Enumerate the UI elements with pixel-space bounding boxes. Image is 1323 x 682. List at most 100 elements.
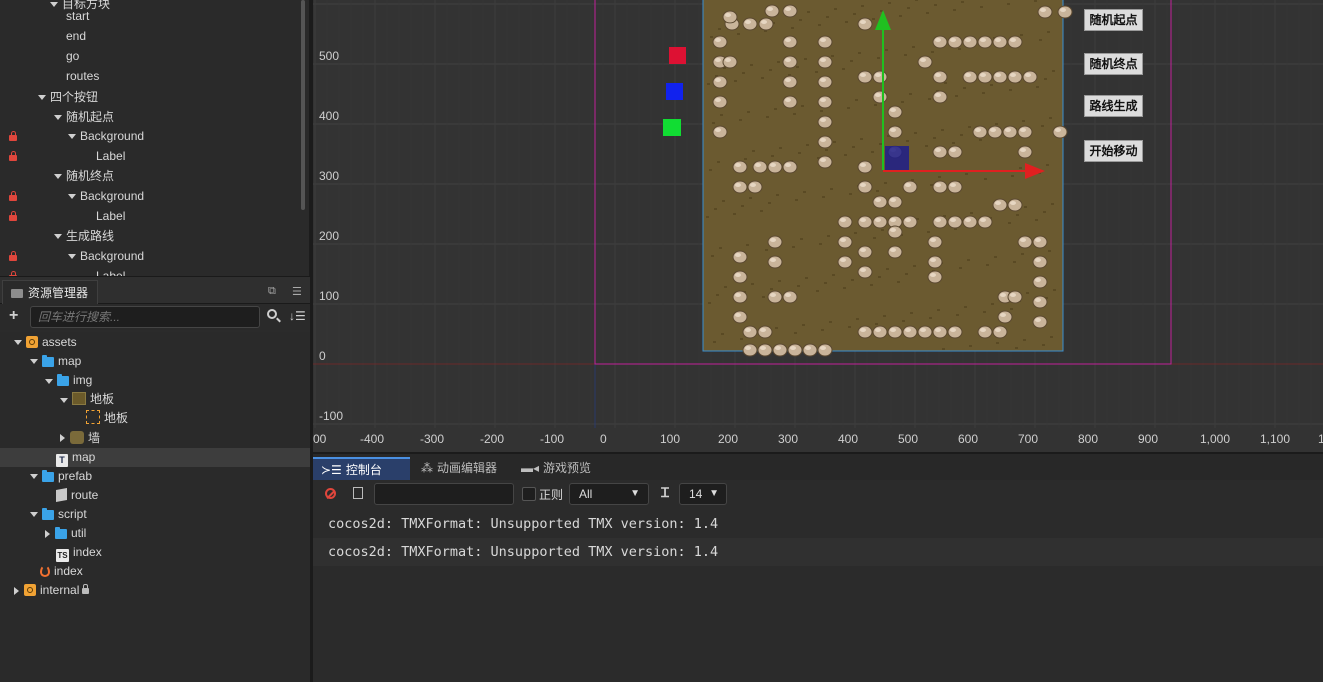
open-log-file-icon[interactable] (353, 487, 363, 499)
node-tree-row[interactable]: Label (0, 206, 300, 226)
scrollbar[interactable] (301, 0, 305, 210)
lock-icon[interactable] (9, 251, 17, 261)
node-tree-row[interactable]: end (0, 26, 300, 46)
expand-arrow-icon[interactable] (45, 378, 53, 384)
rock-wall-tile (758, 17, 774, 31)
floor-texture (879, 143, 882, 145)
rock-wall-tile (767, 255, 783, 269)
sort-icon[interactable]: ↓☰ (289, 309, 306, 323)
expand-arrow-icon[interactable] (30, 512, 38, 518)
asset-row[interactable]: img (0, 371, 310, 390)
asset-row[interactable]: route (0, 486, 310, 505)
asset-row[interactable]: script (0, 505, 310, 524)
collapsed-arrow-icon[interactable] (14, 587, 19, 596)
floor-texture (852, 146, 855, 148)
floor-texture (925, 145, 928, 147)
node-tree-row[interactable]: 四个按钮 (0, 87, 300, 107)
scene-canvas[interactable]: 500 400 300 200 100 0 -100 00 -400 -300 -200 -100 0 1… (313, 0, 1323, 452)
regex-checkbox[interactable] (522, 487, 536, 501)
log-entry[interactable]: cocos2d: TMXFormat: Unsupported TMX vers… (313, 510, 1323, 538)
collapsed-arrow-icon[interactable] (60, 434, 65, 443)
asset-row[interactable]: internal (0, 581, 310, 600)
go-marker[interactable] (663, 119, 681, 136)
rock-highlight (1000, 293, 1006, 297)
random-start-button[interactable]: 随机起点 (1084, 9, 1143, 31)
selected-node-box[interactable] (885, 146, 909, 170)
search-icon[interactable] (267, 309, 277, 319)
end-marker[interactable] (666, 83, 683, 100)
font-size-select[interactable]: 14 ▼ (679, 483, 727, 505)
rock-highlight (1000, 313, 1006, 317)
asset-row[interactable]: Tmap (0, 447, 310, 467)
floor-texture (761, 77, 764, 79)
lock-icon[interactable] (9, 211, 17, 221)
rock-highlight (935, 148, 941, 152)
rock-wall-tile (782, 290, 798, 304)
node-tree-row[interactable]: Background (0, 246, 300, 266)
expand-arrow-icon[interactable] (54, 234, 62, 240)
asset-label: route (71, 487, 99, 502)
rock-wall-tile (927, 255, 943, 269)
log-level-select[interactable]: All ▼ (569, 483, 649, 505)
floor-texture (849, 193, 852, 195)
expand-arrow-icon[interactable] (68, 254, 76, 260)
tab-console[interactable]: ≻☰ 控制台 (313, 457, 410, 480)
expand-arrow-icon[interactable] (38, 95, 46, 101)
node-tree-row[interactable]: 随机终点 (0, 166, 300, 186)
assets-search-input[interactable]: 回车进行搜索... (30, 306, 260, 328)
asset-row[interactable]: prefab (0, 467, 310, 486)
rock-wall-tile (764, 4, 780, 18)
expand-arrow-icon[interactable] (68, 134, 76, 140)
asset-row[interactable]: TS index (0, 543, 310, 563)
expand-arrow-icon[interactable] (14, 340, 22, 346)
scene-view[interactable]: 500 400 300 200 100 0 -100 00 -400 -300 -200 -100 0 1… (313, 0, 1323, 452)
node-tree-row[interactable]: start (0, 6, 300, 26)
tab-game-preview[interactable]: ▬◂ 游戏预览 (513, 457, 603, 480)
expand-arrow-icon[interactable] (60, 397, 68, 403)
start-move-button[interactable]: 开始移动 (1084, 140, 1143, 162)
random-end-button[interactable]: 随机终点 (1084, 53, 1143, 75)
expand-arrow-icon[interactable] (30, 359, 38, 365)
collapsed-arrow-icon[interactable] (45, 529, 50, 538)
start-marker[interactable] (669, 47, 686, 64)
clear-console-icon[interactable] (325, 488, 336, 499)
lock-icon[interactable] (9, 131, 17, 141)
node-tree-row[interactable]: routes (0, 66, 300, 86)
asset-row[interactable]: 地板 (0, 390, 310, 409)
add-asset-icon[interactable]: + (9, 307, 18, 325)
log-entry[interactable]: cocos2d: TMXFormat: Unsupported TMX vers… (313, 538, 1323, 566)
asset-row[interactable]: util (0, 524, 310, 543)
expand-arrow-icon[interactable] (68, 194, 76, 200)
asset-row[interactable]: map (0, 352, 310, 371)
node-tree-row[interactable]: 生成路线 (0, 226, 300, 246)
lock-icon[interactable] (9, 191, 17, 201)
rock-wall-tile (992, 35, 1008, 49)
node-tree-row[interactable]: Background (0, 186, 300, 206)
expand-arrow-icon[interactable] (30, 474, 38, 480)
tab-assets[interactable]: 资源管理器 (2, 280, 98, 305)
node-tree-row[interactable]: Label (0, 266, 300, 276)
popout-icon[interactable]: ⧉ (268, 285, 276, 298)
asset-row[interactable]: index (0, 562, 310, 581)
node-tree-row[interactable]: 随机起点 (0, 107, 300, 127)
chevron-down-icon: ▼ (630, 488, 640, 499)
floor-texture (751, 283, 754, 285)
node-tree-row[interactable]: go (0, 46, 300, 66)
rock-highlight (1010, 38, 1016, 42)
node-tree-row[interactable]: Background (0, 126, 300, 146)
node-tree-row[interactable]: Label (0, 146, 300, 166)
rock-wall-tile (962, 215, 978, 229)
generate-route-button[interactable]: 路线生成 (1084, 95, 1143, 117)
asset-row[interactable]: 地板 (0, 409, 310, 428)
x-ruler-label: 500 (898, 432, 918, 446)
tab-animation-editor[interactable]: ⁂ 动画编辑器 (413, 457, 511, 480)
asset-row[interactable]: assets (0, 333, 310, 352)
console-filter-input[interactable] (374, 483, 514, 505)
asset-row[interactable]: 墙 (0, 429, 310, 448)
expand-arrow-icon[interactable] (54, 115, 62, 121)
rock-highlight (965, 73, 971, 77)
floor-texture (1036, 86, 1039, 88)
expand-arrow-icon[interactable] (54, 174, 62, 180)
menu-icon[interactable]: ☰ (292, 285, 302, 298)
lock-icon[interactable] (9, 151, 17, 161)
